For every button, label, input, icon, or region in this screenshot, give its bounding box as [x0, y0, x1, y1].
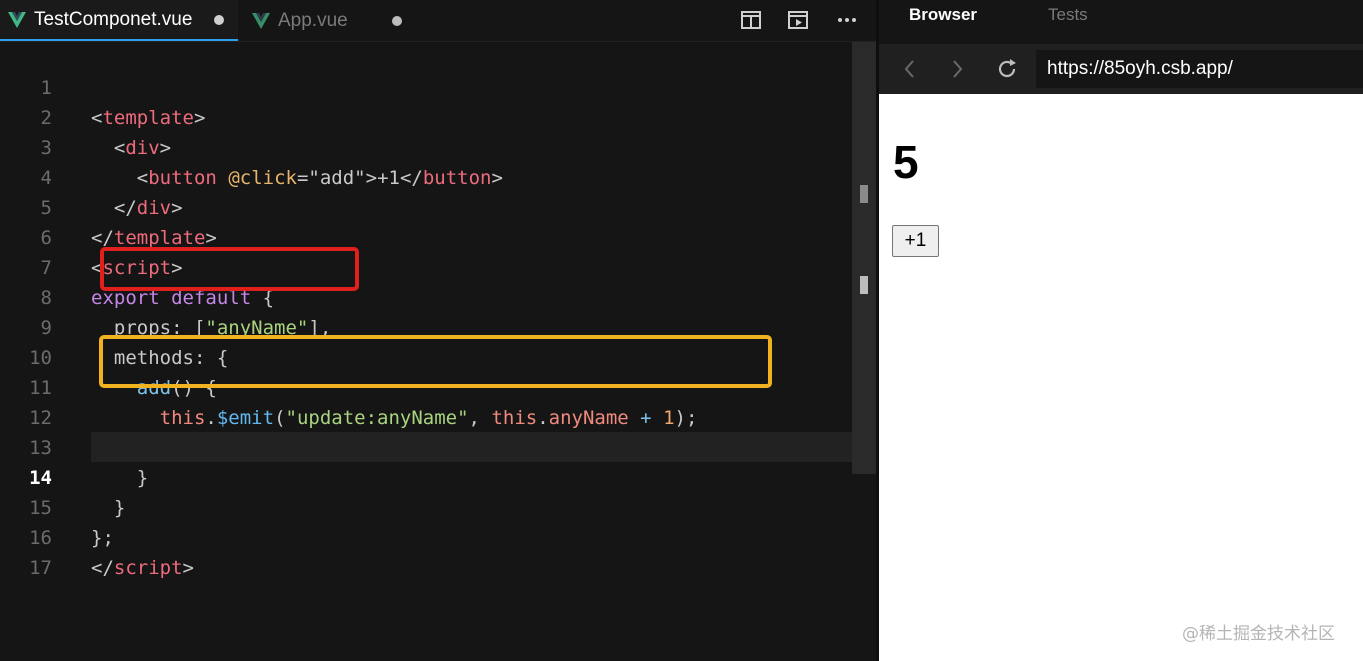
code-line[interactable]: 16 </script> — [0, 493, 852, 579]
editor-scrollbar[interactable] — [852, 42, 876, 474]
tab-label: TestComponet.vue — [34, 8, 193, 30]
editor-tab-bar: TestComponet.vue App.vue — [0, 0, 876, 42]
code-line[interactable]: 2 <div> — [0, 73, 852, 159]
unsaved-dot-icon[interactable] — [392, 15, 402, 26]
code-line[interactable]: 6 <script> — [0, 193, 852, 279]
browser-viewport: 5 +1 @稀土掘金技术社区 — [879, 94, 1363, 661]
code-line[interactable]: 3 <button @click="add">+1</button> — [0, 103, 852, 189]
forward-icon[interactable] — [945, 57, 969, 81]
open-preview-icon[interactable] — [787, 9, 809, 31]
tab-app-vue[interactable]: App.vue — [244, 0, 416, 41]
url-input[interactable]: https://85oyh.csb.app/ — [1036, 50, 1363, 88]
counter-value: 5 — [893, 136, 919, 188]
more-actions-icon[interactable] — [836, 9, 858, 31]
browser-nav-bar: https://85oyh.csb.app/ — [879, 44, 1363, 94]
annotation-box-emit — [99, 335, 772, 388]
tab-tests[interactable]: Tests — [1048, 5, 1088, 25]
browser-panel: Browser Tests https://85oyh.csb.app/ 5 +… — [879, 0, 1363, 661]
back-icon[interactable] — [898, 57, 922, 81]
code-line-current[interactable]: 14 } — [0, 433, 852, 519]
tab-testcomponet-vue[interactable]: TestComponet.vue — [0, 0, 238, 41]
refresh-icon[interactable] — [995, 57, 1019, 81]
watermark: @稀土掘金技术社区 — [1182, 624, 1335, 644]
code-line[interactable]: 17 — [0, 523, 852, 579]
unsaved-dot-icon[interactable] — [214, 14, 224, 25]
code-editor[interactable]: TestComponet.vue App.vue 1 <template> 2 … — [0, 0, 876, 661]
browser-tab-bar: Browser Tests — [879, 0, 1363, 44]
code-line[interactable]: 15 }; — [0, 463, 852, 549]
line-number: 17 — [29, 557, 52, 579]
code-line[interactable]: 5 </template> — [0, 163, 852, 249]
tab-browser[interactable]: Browser — [909, 5, 977, 25]
vue-file-icon — [252, 12, 270, 29]
scrollbar-thumb[interactable] — [860, 276, 868, 294]
vue-file-icon — [8, 11, 26, 28]
increment-button[interactable]: +1 — [892, 225, 939, 257]
scrollbar-marker — [860, 185, 868, 203]
split-editor-icon[interactable] — [740, 9, 762, 31]
annotation-box-props — [100, 247, 359, 291]
code-line[interactable]: 4 </div> — [0, 133, 852, 219]
code-line[interactable]: 13 } — [0, 403, 852, 489]
code-line[interactable]: 1 <template> — [0, 43, 852, 129]
tab-label: App.vue — [278, 9, 348, 31]
